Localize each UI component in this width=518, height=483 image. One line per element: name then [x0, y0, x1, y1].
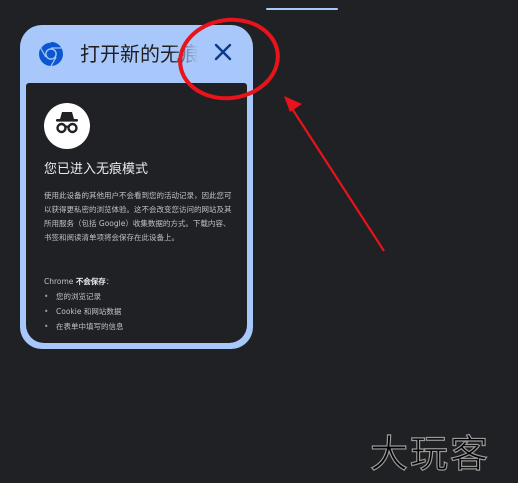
chrome-icon	[38, 41, 64, 67]
tab-header: 打开新的无痕标签页	[20, 25, 253, 83]
tab-strip-indicator	[266, 8, 338, 10]
annotation-arrow-head	[284, 96, 302, 112]
list-item: • 您的浏览记录	[44, 292, 101, 301]
not-saved-label: Chrome 不会保存：	[44, 277, 114, 286]
not-saved-list: • 您的浏览记录 • Cookie 和网站数据 • 在表单中填写的信息	[44, 289, 239, 334]
annotation-arrow-shaft	[290, 106, 385, 252]
list-item: • 在表单中填写的信息	[44, 322, 124, 331]
incognito-icon	[51, 108, 83, 144]
watermark-logo: 大玩客	[369, 431, 491, 476]
incognito-tab-card[interactable]: 打开新的无痕标签页 您已进入无痕模式 使用此设备的其他用户不会看到您的	[20, 25, 253, 349]
incognito-heading: 您已进入无痕模式	[44, 162, 149, 177]
list-item: • Cookie 和网站数据	[44, 307, 122, 316]
close-icon	[214, 43, 232, 65]
incognito-description: 使用此设备的其他用户不会看到您的活动记录，因此您可以获得更私密的浏览体验。这不会…	[44, 191, 232, 242]
incognito-avatar	[44, 103, 90, 149]
tab-title: 打开新的无痕标签页	[80, 42, 198, 66]
tab-preview: 您已进入无痕模式 使用此设备的其他用户不会看到您的活动记录，因此您可以获得更私密…	[26, 83, 247, 343]
close-tab-button[interactable]	[206, 37, 240, 71]
